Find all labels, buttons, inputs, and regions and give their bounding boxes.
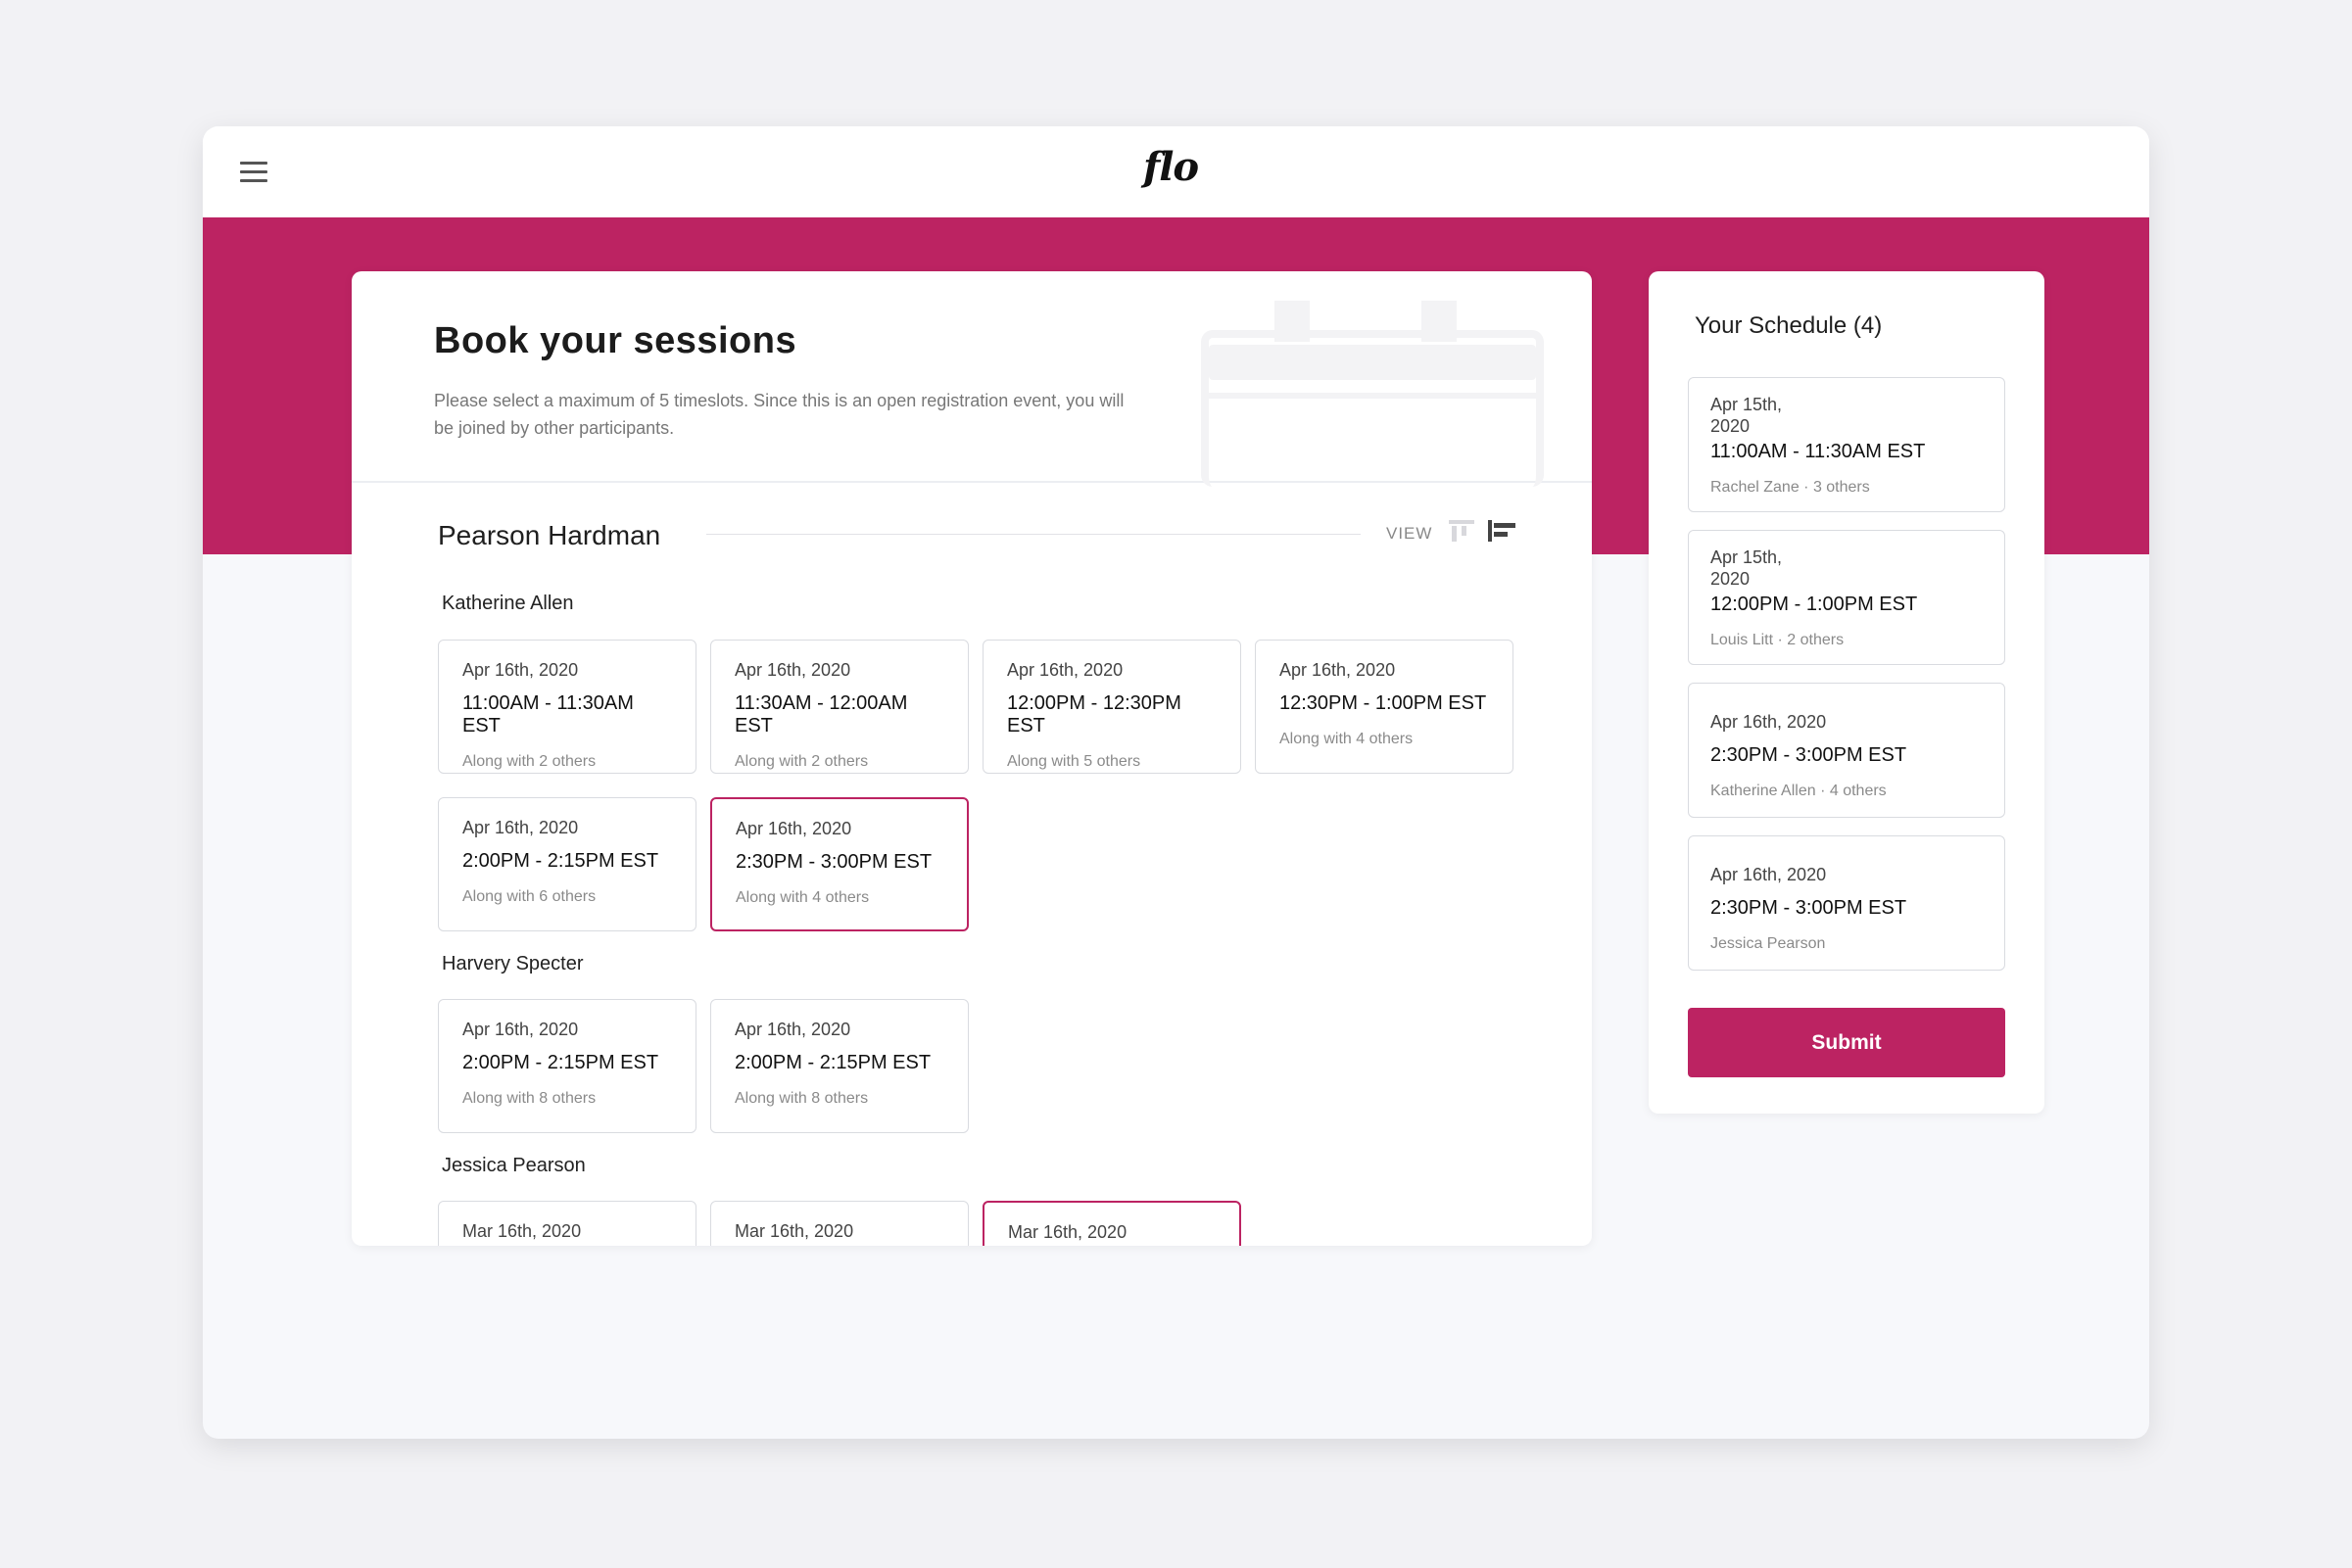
schedule-item-time: 12:00PM - 1:00PM EST — [1710, 594, 1918, 615]
slot-participants: Along with 4 others — [736, 889, 870, 906]
app-logo: flo — [1143, 144, 1199, 190]
slot-time: 12:00PM - 12:30PM EST — [1007, 692, 1181, 736]
timeslot-card[interactable]: Mar 16th, 2020 — [438, 1201, 696, 1246]
schedule-item[interactable]: Apr 16th, 2020 2:30PM - 3:00PM EST Jessi… — [1688, 835, 2005, 971]
schedule-item-participants: Louis Litt · 2 others — [1710, 632, 1845, 648]
slot-participants: Along with 8 others — [462, 1090, 597, 1107]
section-title: Pearson Hardman — [438, 520, 661, 550]
schedule-item-year: 2020 — [1710, 416, 1751, 436]
schedule-item[interactable]: Apr 15th, 2020 12:00PM - 1:00PM EST Loui… — [1688, 530, 2005, 665]
page-title: Book your sessions — [434, 320, 797, 361]
submit-button[interactable]: Submit — [1688, 1008, 2005, 1077]
person-name: Harvery Specter — [442, 953, 584, 974]
slot-participants: Along with 2 others — [462, 753, 597, 770]
slot-date: Mar 16th, 2020 — [462, 1221, 582, 1241]
timeslot-card[interactable]: Apr 16th, 2020 11:30AM - 12:00AM EST Alo… — [710, 640, 969, 774]
slot-date: Apr 16th, 2020 — [735, 1020, 851, 1039]
schedule-item-date: Apr 15th, — [1710, 547, 1783, 567]
slot-time: 2:00PM - 2:15PM EST — [735, 1052, 932, 1073]
schedule-item-time: 2:30PM - 3:00PM EST — [1710, 897, 1907, 919]
calendar-illustration-icon — [1196, 301, 1549, 487]
timeslot-card[interactable]: Mar 16th, 2020 — [710, 1201, 969, 1246]
slot-time: 11:00AM - 11:30AM EST — [462, 692, 634, 736]
schedule-item-year: 2020 — [1710, 569, 1751, 589]
person-name: Katherine Allen — [442, 593, 574, 614]
schedule-item-date: Apr 15th, — [1710, 395, 1783, 414]
schedule-item-date: Apr 16th, 2020 — [1710, 712, 1827, 732]
slot-participants: Along with 6 others — [462, 888, 597, 905]
slot-date: Apr 16th, 2020 — [462, 818, 579, 837]
booking-card-header: Book your sessions Please select a maxim… — [352, 271, 1592, 487]
timeslot-card[interactable]: Apr 16th, 2020 2:00PM - 2:15PM EST Along… — [438, 797, 696, 931]
slot-date: Apr 16th, 2020 — [1007, 660, 1124, 680]
booking-card: Book your sessions Please select a maxim… — [352, 271, 1592, 1246]
slot-time: 11:30AM - 12:00AM EST — [735, 692, 908, 736]
slot-date: Apr 16th, 2020 — [736, 819, 852, 838]
schedule-item-participants: Rachel Zane · 3 others — [1710, 479, 1870, 496]
view-label: VIEW — [1386, 524, 1433, 543]
slot-participants: Along with 5 others — [1007, 753, 1141, 770]
slot-date: Apr 16th, 2020 — [462, 660, 579, 680]
schedule-item[interactable]: Apr 16th, 2020 2:30PM - 3:00PM EST Kathe… — [1688, 683, 2005, 818]
slot-time: 12:30PM - 1:00PM EST — [1279, 692, 1487, 714]
hamburger-menu-icon[interactable] — [240, 162, 267, 183]
schedule-item-time: 11:00AM - 11:30AM EST — [1710, 441, 1926, 462]
timeslot-card-selected[interactable]: Mar 16th, 2020 — [983, 1201, 1241, 1246]
slot-time: 2:30PM - 3:00PM EST — [736, 851, 933, 873]
sessions-list[interactable]: Pearson Hardman VIEW Katherine Allen Apr… — [352, 483, 1592, 1246]
slot-date: Apr 16th, 2020 — [735, 660, 851, 680]
schedule-item[interactable]: Apr 15th, 2020 11:00AM - 11:30AM EST Rac… — [1688, 377, 2005, 512]
slot-time: 2:00PM - 2:15PM EST — [462, 1052, 659, 1073]
slot-time: 2:00PM - 2:15PM EST — [462, 850, 659, 872]
schedule-title: Your Schedule (4) — [1695, 312, 1883, 339]
top-bar: flo — [203, 126, 2149, 217]
timeslot-card[interactable]: Apr 16th, 2020 2:00PM - 2:15PM EST Along… — [710, 999, 969, 1133]
schedule-card: Your Schedule (4) Apr 15th, 2020 11:00AM… — [1649, 271, 2044, 1114]
timeslot-card[interactable]: Apr 16th, 2020 11:00AM - 11:30AM EST Alo… — [438, 640, 696, 774]
slot-date: Apr 16th, 2020 — [1279, 660, 1396, 680]
slot-participants: Along with 4 others — [1279, 731, 1414, 747]
app-window: flo Book your sessions Please select a m… — [203, 126, 2149, 1439]
timeslot-card[interactable]: Apr 16th, 2020 12:30PM - 1:00PM EST Alon… — [1255, 640, 1513, 774]
slot-date: Mar 16th, 2020 — [735, 1221, 854, 1241]
list-view-icon[interactable] — [1488, 520, 1515, 542]
schedule-item-participants: Jessica Pearson — [1710, 935, 1826, 952]
page-subtitle: Please select a maximum of 5 timeslots. … — [434, 391, 1125, 438]
slot-participants: Along with 8 others — [735, 1090, 869, 1107]
slot-date: Apr 16th, 2020 — [462, 1020, 579, 1039]
person-name: Jessica Pearson — [442, 1155, 586, 1176]
section-divider — [706, 534, 1361, 535]
schedule-item-time: 2:30PM - 3:00PM EST — [1710, 744, 1907, 766]
schedule-item-date: Apr 16th, 2020 — [1710, 865, 1827, 884]
timeslot-card[interactable]: Apr 16th, 2020 12:00PM - 12:30PM EST Alo… — [983, 640, 1241, 774]
timeslot-card[interactable]: Apr 16th, 2020 2:00PM - 2:15PM EST Along… — [438, 999, 696, 1133]
grid-view-icon[interactable] — [1449, 520, 1474, 542]
schedule-item-participants: Katherine Allen · 4 others — [1710, 783, 1887, 799]
slot-date: Mar 16th, 2020 — [1008, 1222, 1128, 1242]
slot-participants: Along with 2 others — [735, 753, 869, 770]
timeslot-card-selected[interactable]: Apr 16th, 2020 2:30PM - 3:00PM EST Along… — [710, 797, 969, 931]
